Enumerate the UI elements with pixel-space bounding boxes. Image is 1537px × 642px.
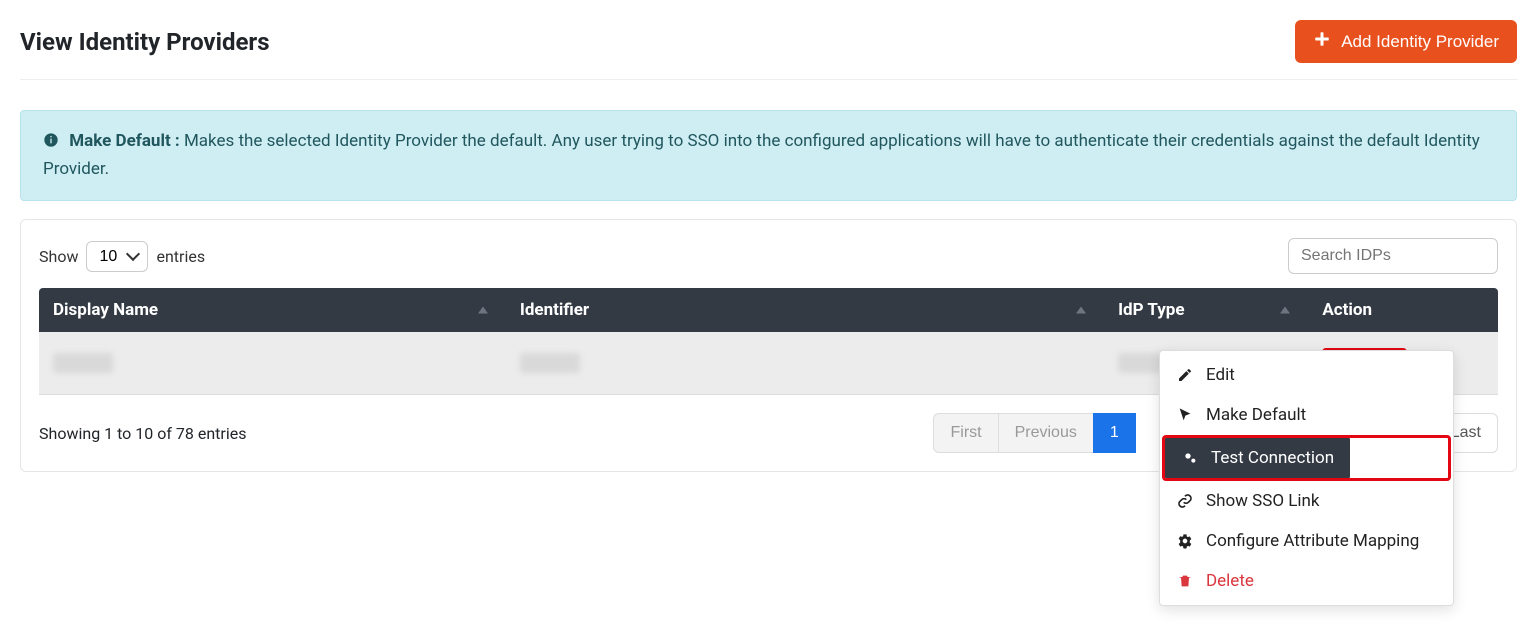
add-button-label: Add Identity Provider <box>1341 32 1499 52</box>
page-first[interactable]: First <box>933 413 998 453</box>
plus-icon <box>1313 30 1331 53</box>
sort-arrow-icon <box>1280 307 1290 314</box>
menu-test-connection[interactable]: Test Connection <box>1165 438 1350 478</box>
menu-show-sso-link[interactable]: Show SSO Link <box>1160 481 1453 521</box>
col-action: Action <box>1308 288 1498 332</box>
table-info-text: Showing 1 to 10 of 78 entries <box>39 424 246 443</box>
edit-icon <box>1176 367 1194 383</box>
page-size-select[interactable]: 10 <box>86 241 148 272</box>
show-label: Show <box>39 247 78 266</box>
page-previous[interactable]: Previous <box>998 413 1094 453</box>
link-icon <box>1176 493 1194 509</box>
info-icon <box>43 131 59 157</box>
cursor-icon <box>1176 407 1194 423</box>
idp-table-card: Show 10 entries Display Name <box>20 219 1517 472</box>
info-text: Makes the selected Identity Provider the… <box>43 131 1480 179</box>
info-banner: Make Default : Makes the selected Identi… <box>20 110 1517 201</box>
sort-arrow-icon <box>478 307 488 314</box>
page-title: View Identity Providers <box>20 28 270 56</box>
sort-arrow-icon <box>1076 307 1086 314</box>
menu-make-default[interactable]: Make Default <box>1160 395 1453 435</box>
gear-icon <box>1176 533 1194 549</box>
col-display-name[interactable]: Display Name <box>39 288 506 332</box>
cell-identifier <box>520 353 580 373</box>
cell-display-name <box>53 353 113 373</box>
page-1[interactable]: 1 <box>1093 413 1136 453</box>
info-label: Make Default : <box>69 131 180 151</box>
col-identifier[interactable]: Identifier <box>506 288 1104 332</box>
menu-configure-attribute-mapping[interactable]: Configure Attribute Mapping <box>1160 521 1453 561</box>
menu-delete[interactable]: Delete <box>1160 561 1453 601</box>
gears-icon <box>1181 450 1199 466</box>
entries-label: entries <box>156 247 205 266</box>
add-identity-provider-button[interactable]: Add Identity Provider <box>1295 20 1517 63</box>
menu-edit[interactable]: Edit <box>1160 355 1453 395</box>
trash-icon <box>1176 573 1194 589</box>
menu-test-connection-highlight: Test Connection <box>1162 435 1451 481</box>
action-dropdown-menu: Edit Make Default Test Connection <box>1159 350 1454 606</box>
col-idp-type[interactable]: IdP Type <box>1104 288 1308 332</box>
search-input[interactable] <box>1288 238 1498 274</box>
